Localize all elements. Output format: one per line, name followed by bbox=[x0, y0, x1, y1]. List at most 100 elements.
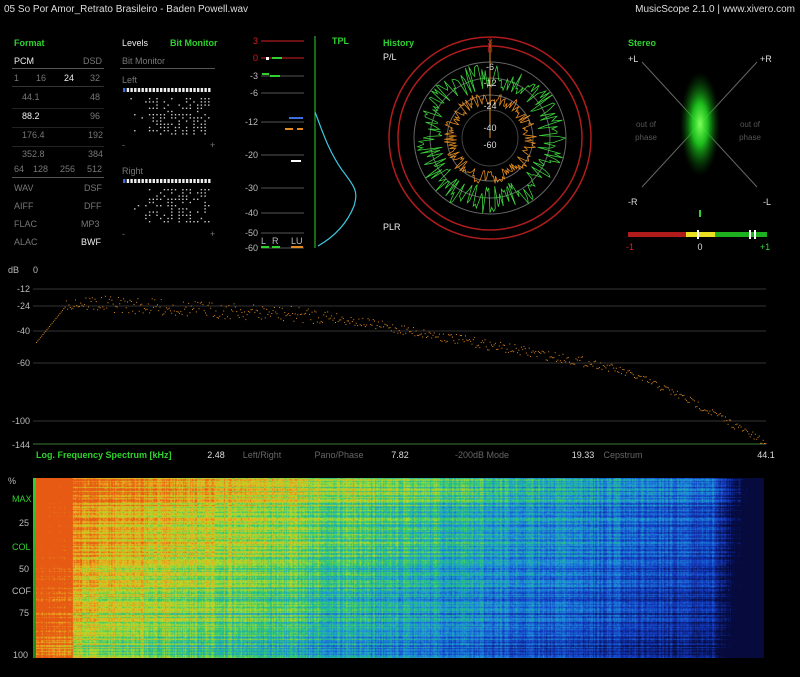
spectrum-point bbox=[338, 319, 340, 321]
spectrum-point bbox=[432, 334, 434, 336]
bit-dot bbox=[156, 107, 158, 109]
spectrum-point bbox=[64, 306, 66, 308]
mode-200db[interactable]: -200dB Mode bbox=[455, 450, 509, 460]
spectrum-point bbox=[653, 381, 655, 382]
spectrum-point bbox=[58, 314, 60, 316]
spectrum-point bbox=[691, 398, 693, 400]
rate-176-4: 176.4 bbox=[22, 130, 45, 140]
bit-dot bbox=[185, 189, 188, 191]
spectrum-point bbox=[593, 361, 595, 363]
spectrum-point bbox=[688, 402, 690, 403]
spectrum-point bbox=[158, 310, 160, 312]
levels-tab[interactable]: Levels bbox=[122, 38, 148, 48]
spectrum-point bbox=[493, 344, 495, 346]
spectrum-point bbox=[600, 362, 602, 364]
spectrum-point bbox=[501, 347, 503, 349]
spectrum-point bbox=[505, 351, 507, 353]
meter-scale-0: 0 bbox=[253, 53, 258, 63]
spectrum-point bbox=[658, 385, 660, 387]
bit-dot bbox=[208, 98, 210, 100]
bit-dot bbox=[200, 107, 203, 109]
spectrum-point bbox=[445, 341, 447, 343]
bit-cell bbox=[197, 88, 200, 92]
spectrum-point bbox=[241, 312, 243, 313]
spectrum-point bbox=[562, 353, 564, 355]
correlation-indicator bbox=[699, 210, 701, 217]
bit-cell bbox=[134, 179, 137, 183]
spectrum-point bbox=[648, 382, 650, 383]
bit-monitor-tab[interactable]: Bit Monitor bbox=[170, 38, 218, 48]
spectrum-point bbox=[91, 297, 93, 299]
bit-dot bbox=[152, 107, 154, 109]
spectrum-point bbox=[49, 326, 50, 327]
spectrum-point bbox=[177, 311, 179, 313]
rate-192: 192 bbox=[88, 130, 104, 140]
mode-pano-phase[interactable]: Pano/Phase bbox=[314, 450, 363, 460]
bit-dot bbox=[174, 114, 177, 116]
spectrum-point bbox=[446, 340, 448, 342]
spectrum-point bbox=[359, 324, 361, 326]
bit-cell bbox=[156, 88, 159, 92]
bit-dot bbox=[134, 114, 136, 116]
bit-cell bbox=[145, 88, 148, 92]
spectrum-point bbox=[78, 306, 80, 307]
app-version[interactable]: MusicScope 2.1.0 | www.xivero.com bbox=[635, 4, 795, 15]
bit-dot bbox=[189, 114, 191, 116]
spectrum-point bbox=[504, 344, 505, 346]
spectrum-point bbox=[216, 317, 218, 318]
spectrum-point bbox=[112, 303, 114, 305]
spectrum-point bbox=[175, 314, 177, 316]
bit-dot bbox=[185, 133, 188, 135]
bit-dot bbox=[182, 201, 184, 204]
bit-dot bbox=[174, 205, 177, 207]
bit-dot bbox=[185, 195, 188, 197]
spectrum-point bbox=[543, 351, 544, 353]
bit-dot bbox=[204, 123, 206, 125]
bit-cell bbox=[197, 179, 200, 183]
spectrum-point bbox=[128, 312, 130, 314]
bit-dot bbox=[160, 117, 162, 119]
spectrum-point bbox=[550, 356, 552, 358]
spectrum-point bbox=[636, 377, 638, 379]
spectrum-point bbox=[73, 305, 75, 307]
spectrum-point bbox=[640, 376, 642, 377]
spectrum-point bbox=[325, 315, 327, 317]
spectrum-point bbox=[299, 313, 301, 315]
spectrum-point bbox=[401, 325, 403, 327]
spectrum-point bbox=[580, 356, 582, 358]
spectrum-point bbox=[637, 375, 639, 377]
spectrum-point bbox=[184, 308, 186, 310]
bit-dot bbox=[171, 192, 173, 194]
spectrum-point bbox=[604, 365, 606, 367]
spectrum-point bbox=[207, 304, 209, 306]
bit-dot bbox=[197, 192, 199, 194]
bit-cell bbox=[182, 88, 185, 92]
ring-label-0: 0 bbox=[487, 45, 492, 55]
spectrum-point bbox=[306, 310, 308, 312]
spectrum-point bbox=[407, 327, 409, 329]
spectrum-point bbox=[752, 431, 754, 433]
spectrum-point bbox=[316, 321, 318, 323]
bit-cell bbox=[171, 88, 174, 92]
spectrum-point bbox=[649, 379, 651, 381]
history-radar: 3 0 -6 -12 -24 -40 -60 bbox=[388, 36, 592, 240]
mode-left-right[interactable]: Left/Right bbox=[243, 450, 282, 460]
spectrum-point bbox=[46, 329, 48, 331]
spectrum-point bbox=[372, 319, 374, 321]
spectrum-point bbox=[56, 316, 58, 318]
bit-dot bbox=[163, 123, 166, 125]
meter-scale-3: 3 bbox=[253, 36, 258, 46]
mode-cepstrum[interactable]: Cepstrum bbox=[603, 450, 642, 460]
spectrum-point bbox=[630, 372, 632, 373]
spectrum-point bbox=[754, 433, 756, 435]
spectrum-point bbox=[764, 443, 765, 444]
spectrum-point bbox=[400, 332, 401, 334]
spectrum-point bbox=[765, 443, 767, 444]
spectrum-point bbox=[532, 350, 534, 352]
spectrum-point bbox=[361, 325, 362, 327]
stereo-scope: +L +R -R -L out of phase out of phase -1 0… bbox=[626, 54, 772, 252]
spectrum-point bbox=[75, 299, 76, 301]
spectrum-point bbox=[656, 381, 658, 383]
spectrum-point bbox=[509, 343, 511, 345]
spectrum-point bbox=[748, 433, 750, 435]
